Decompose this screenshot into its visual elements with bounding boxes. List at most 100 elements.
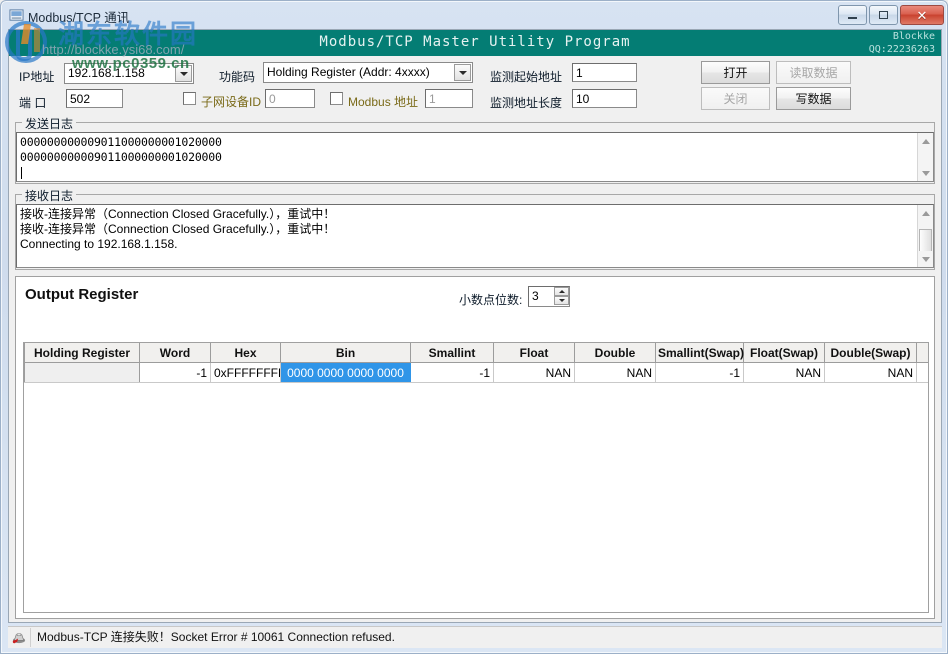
app-icon [9,8,24,23]
port-input[interactable]: 502 [66,89,123,108]
address-length-input[interactable]: 10 [572,89,637,108]
triangle-up-icon [922,139,930,144]
client-area: Modbus/TCP Master Utility Program Blockk… [8,29,942,623]
spinner-down-button[interactable] [554,296,569,305]
title-bar[interactable]: Modbus/TCP 通讯 ✕ [2,2,948,28]
write-data-button[interactable]: 写数据 [776,87,851,110]
minimize-icon [848,17,857,19]
ip-address-value: 192.168.1.158 [68,66,145,80]
start-address-input[interactable]: 1 [572,63,637,82]
cell-word[interactable]: -1 [140,363,211,383]
send-log-scrollbar[interactable] [917,133,933,181]
text-caret [21,167,22,179]
modbus-address-label: Modbus 地址 [348,93,418,110]
recv-log-caption: 接收日志 [22,187,76,204]
close-icon: ✕ [917,9,928,22]
close-button[interactable]: ✕ [900,5,944,25]
window-controls: ✕ [838,5,944,25]
recv-log-scrollbar[interactable] [917,205,933,267]
col-word[interactable]: Word [140,343,211,363]
ip-dropdown-button[interactable] [175,65,192,82]
chevron-down-icon [180,72,188,76]
col-double[interactable]: Double [575,343,656,363]
cell-filler [917,363,930,383]
decimals-spinner[interactable]: 3 [528,286,570,307]
register-table: Holding Register Word Hex Bin Smallint F… [24,343,929,383]
read-data-button[interactable]: 读取数据 [776,61,851,84]
modbus-address-checkbox[interactable] [330,92,343,105]
cell-bin[interactable]: 0000 0000 0000 0000 [281,363,411,383]
send-log-content: 000000000009011000000001020000 000000000… [20,135,915,165]
col-hex[interactable]: Hex [211,343,281,363]
subnet-device-id-label: 子网设备ID [201,93,261,110]
maximize-icon [879,11,888,19]
decimals-value: 3 [532,289,539,303]
col-double-swap[interactable]: Double(Swap) [825,343,917,363]
spinner-buttons[interactable] [554,287,569,306]
banner-credit: Blockke QQ:22236263 [869,30,935,56]
cell-double[interactable]: NAN [575,363,656,383]
modbus-address-input[interactable]: 1 [425,89,473,108]
triangle-up-icon [559,290,565,293]
port-label: 端 口 [19,94,46,111]
output-register-title: Output Register [25,286,138,303]
triangle-up-icon [922,211,930,216]
output-register-panel: Output Register 小数点位数: 3 [15,276,935,619]
cell-holding-register[interactable] [25,363,140,383]
col-holding-register[interactable]: Holding Register [25,343,140,363]
triangle-down-icon [559,299,565,302]
col-float[interactable]: Float [494,343,575,363]
function-code-dropdown-button[interactable] [454,64,471,81]
credit-qq: QQ:22236263 [869,43,935,56]
recv-log-content: 接收-连接异常（Connection Closed Gracefully.），重… [20,207,915,252]
spinner-up-button[interactable] [554,287,569,296]
app-root: Modbus/TCP 通讯 ✕ Modbus/TCP Master Utilit… [0,0,948,654]
status-message: Modbus-TCP 连接失败！Socket Error # 10061 Con… [30,628,395,647]
maximize-button[interactable] [869,5,898,25]
col-smallint[interactable]: Smallint [411,343,494,363]
col-filler [917,343,930,363]
minimize-button[interactable] [838,5,867,25]
triangle-down-icon [922,257,930,262]
triangle-down-icon [922,171,930,176]
scrollbar-thumb[interactable] [919,229,932,253]
function-code-combo[interactable]: Holding Register (Addr: 4xxxx) [263,62,473,83]
send-log-textarea[interactable]: 000000000009011000000001020000 000000000… [16,132,934,182]
cell-smallint[interactable]: -1 [411,363,494,383]
address-length-label: 监测地址长度 [490,94,562,111]
scroll-up-button[interactable] [918,205,933,221]
status-bar: Modbus-TCP 连接失败！Socket Error # 10061 Con… [8,626,942,648]
subnet-device-id-input[interactable]: 0 [265,89,315,108]
function-code-value: Holding Register (Addr: 4xxxx) [267,65,430,79]
cell-smallint-swap[interactable]: -1 [656,363,744,383]
ip-address-combo[interactable]: 192.168.1.158 [64,63,194,84]
decimals-label: 小数点位数: [459,291,522,308]
cell-float-swap[interactable]: NAN [744,363,825,383]
window-title: Modbus/TCP 通讯 [28,7,129,26]
credit-name: Blockke [869,30,935,43]
col-bin[interactable]: Bin [281,343,411,363]
window-frame: Modbus/TCP 通讯 ✕ Modbus/TCP Master Utilit… [0,0,948,654]
recv-log-textarea[interactable]: 接收-连接异常（Connection Closed Gracefully.），重… [16,204,934,268]
cell-hex[interactable]: 0xFFFFFFFF [211,363,281,383]
col-float-swap[interactable]: Float(Swap) [744,343,825,363]
send-log-caption: 发送日志 [22,115,76,132]
function-code-label: 功能码 [219,68,255,85]
cell-double-swap[interactable]: NAN [825,363,917,383]
open-button[interactable]: 打开 [701,61,770,84]
subnet-device-id-checkbox[interactable] [183,92,196,105]
cell-float[interactable]: NAN [494,363,575,383]
scroll-up-button[interactable] [918,133,933,149]
scroll-down-button[interactable] [918,165,933,181]
banner-title: Modbus/TCP Master Utility Program [319,34,630,50]
ip-label: IP地址 [19,68,54,85]
start-address-label: 监测起始地址 [490,68,562,85]
output-register-grid[interactable]: Holding Register Word Hex Bin Smallint F… [23,342,929,613]
col-smallint-swap[interactable]: Smallint(Swap) [656,343,744,363]
close-connection-button[interactable]: 关闭 [701,87,770,110]
table-row[interactable]: -1 0xFFFFFFFF 0000 0000 0000 0000 -1 NAN… [25,363,930,383]
table-header-row: Holding Register Word Hex Bin Smallint F… [25,343,930,363]
connection-toolbar: IP地址 192.168.1.158 端 口 502 功能码 Holding R… [9,56,941,112]
scroll-down-button[interactable] [918,251,933,267]
app-banner: Modbus/TCP Master Utility Program Blockk… [9,30,941,56]
